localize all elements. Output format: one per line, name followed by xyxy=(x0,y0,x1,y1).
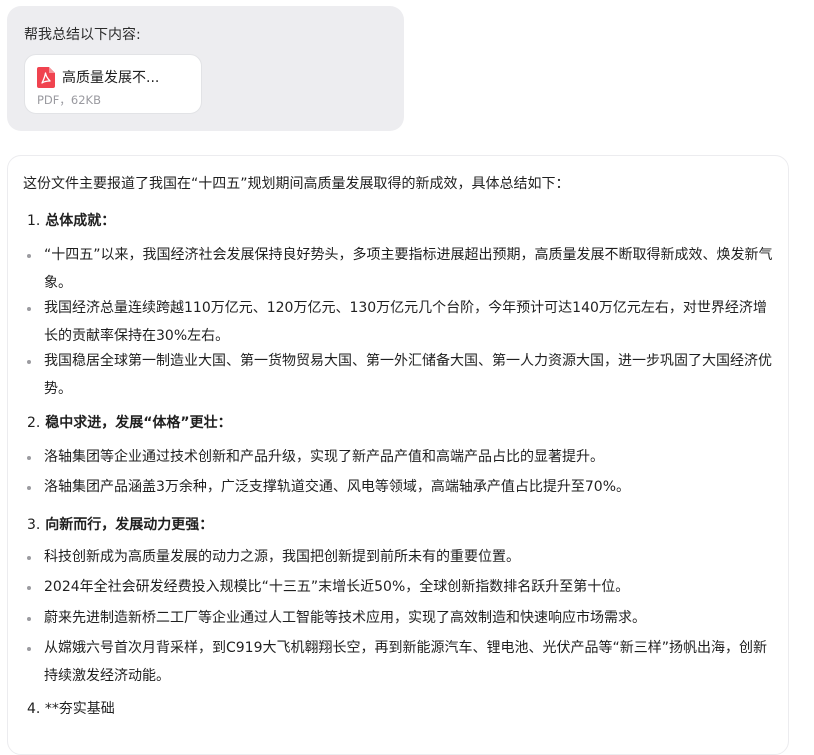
section-number: 2. xyxy=(27,415,41,431)
pdf-file-icon xyxy=(37,67,55,88)
section-title: 稳中求进，发展“体格”更壮： xyxy=(45,415,232,431)
list-item-text: 洛轴集团等企业通过技术创新和产品升级，实现了新产品产值和高端产品占比的显著提升。 xyxy=(44,449,604,465)
list-item-text: 我国稳居全球第一制造业大国、第一货物贸易大国、第一外汇储备大国、第一人力资源大国… xyxy=(44,353,772,397)
bullet-dot xyxy=(27,254,31,258)
section-heading: 4. **夯实基础 xyxy=(27,698,115,718)
section-number: 3. xyxy=(27,517,41,533)
list-item-text: 从嫦娥六号首次月背采样，到C919大飞机翱翔长空，再到新能源汽车、锂电池、光伏产… xyxy=(44,640,767,684)
list-item: 我国稳居全球第一制造业大国、第一货物贸易大国、第一外汇储备大国、第一人力资源大国… xyxy=(27,347,777,403)
user-prompt-text: 帮我总结以下内容: xyxy=(24,27,141,43)
list-item: “十四五”以来，我国经济社会发展保持良好势头，多项主要指标进展超出预期，高质量发… xyxy=(27,241,777,297)
file-name: 高质量发展不... xyxy=(62,70,160,86)
section-number: 4. xyxy=(27,701,41,717)
section-title: 向新而行，发展动力更强： xyxy=(45,517,214,533)
section-number: 1. xyxy=(27,213,41,229)
section-heading: 3. 向新而行，发展动力更强： xyxy=(27,514,213,534)
bullet-dot xyxy=(27,456,31,460)
list-item: 蔚来先进制造新桥二工厂等企业通过人工智能等技术应用，实现了高效制造和快速响应市场… xyxy=(27,604,777,632)
list-item: 科技创新成为高质量发展的动力之源，我国把创新提到前所未有的重要位置。 xyxy=(27,543,777,571)
reply-intro: 这份文件主要报道了我国在“十四五”规划期间高质量发展取得的新成效，具体总结如下： xyxy=(23,176,570,192)
list-item-text: 2024年全社会研发经费投入规模比“十三五”末增长近50%，全球创新指数排名跃升… xyxy=(44,579,630,595)
bullet-dot xyxy=(27,556,31,560)
bullet-dot xyxy=(27,307,31,311)
list-item-text: 洛轴集团产品涵盖3万余种，广泛支撑轨道交通、风电等领域，高端轴承产值占比提升至7… xyxy=(44,479,631,495)
section-heading: 1. 总体成就： xyxy=(27,210,115,230)
list-item-text: 科技创新成为高质量发展的动力之源，我国把创新提到前所未有的重要位置。 xyxy=(44,549,520,565)
list-item-text: “十四五”以来，我国经济社会发展保持良好势头，多项主要指标进展超出预期，高质量发… xyxy=(44,247,773,291)
list-item: 洛轴集团产品涵盖3万余种，广泛支撑轨道交通、风电等领域，高端轴承产值占比提升至7… xyxy=(27,473,777,501)
section-heading: 2. 稳中求进，发展“体格”更壮： xyxy=(27,412,232,432)
list-item-text: 蔚来先进制造新桥二工厂等企业通过人工智能等技术应用，实现了高效制造和快速响应市场… xyxy=(44,610,646,626)
assistant-reply: 这份文件主要报道了我国在“十四五”规划期间高质量发展取得的新成效，具体总结如下：… xyxy=(7,155,789,755)
attached-file-card[interactable]: 高质量发展不... PDF，62KB xyxy=(24,54,202,114)
list-item: 从嫦娥六号首次月背采样，到C919大飞机翱翔长空，再到新能源汽车、锂电池、光伏产… xyxy=(27,634,777,690)
bullet-dot xyxy=(27,647,31,651)
user-message-bubble: 帮我总结以下内容: 高质量发展不... PDF，62KB xyxy=(7,6,404,131)
bullet-dot xyxy=(27,486,31,490)
bullet-dot xyxy=(27,617,31,621)
list-item: 洛轴集团等企业通过技术创新和产品升级，实现了新产品产值和高端产品占比的显著提升。 xyxy=(27,443,777,471)
section-title: **夯实基础 xyxy=(44,701,115,717)
section-title: 总体成就： xyxy=(45,213,116,229)
bullet-dot xyxy=(27,360,31,364)
list-item: 2024年全社会研发经费投入规模比“十三五”末增长近50%，全球创新指数排名跃升… xyxy=(27,573,777,601)
list-item-text: 我国经济总量连续跨越110万亿元、120万亿元、130万亿元几个台阶，今年预计可… xyxy=(44,300,767,344)
bullet-dot xyxy=(27,586,31,590)
file-meta: PDF，62KB xyxy=(37,93,101,107)
list-item: 我国经济总量连续跨越110万亿元、120万亿元、130万亿元几个台阶，今年预计可… xyxy=(27,294,777,350)
